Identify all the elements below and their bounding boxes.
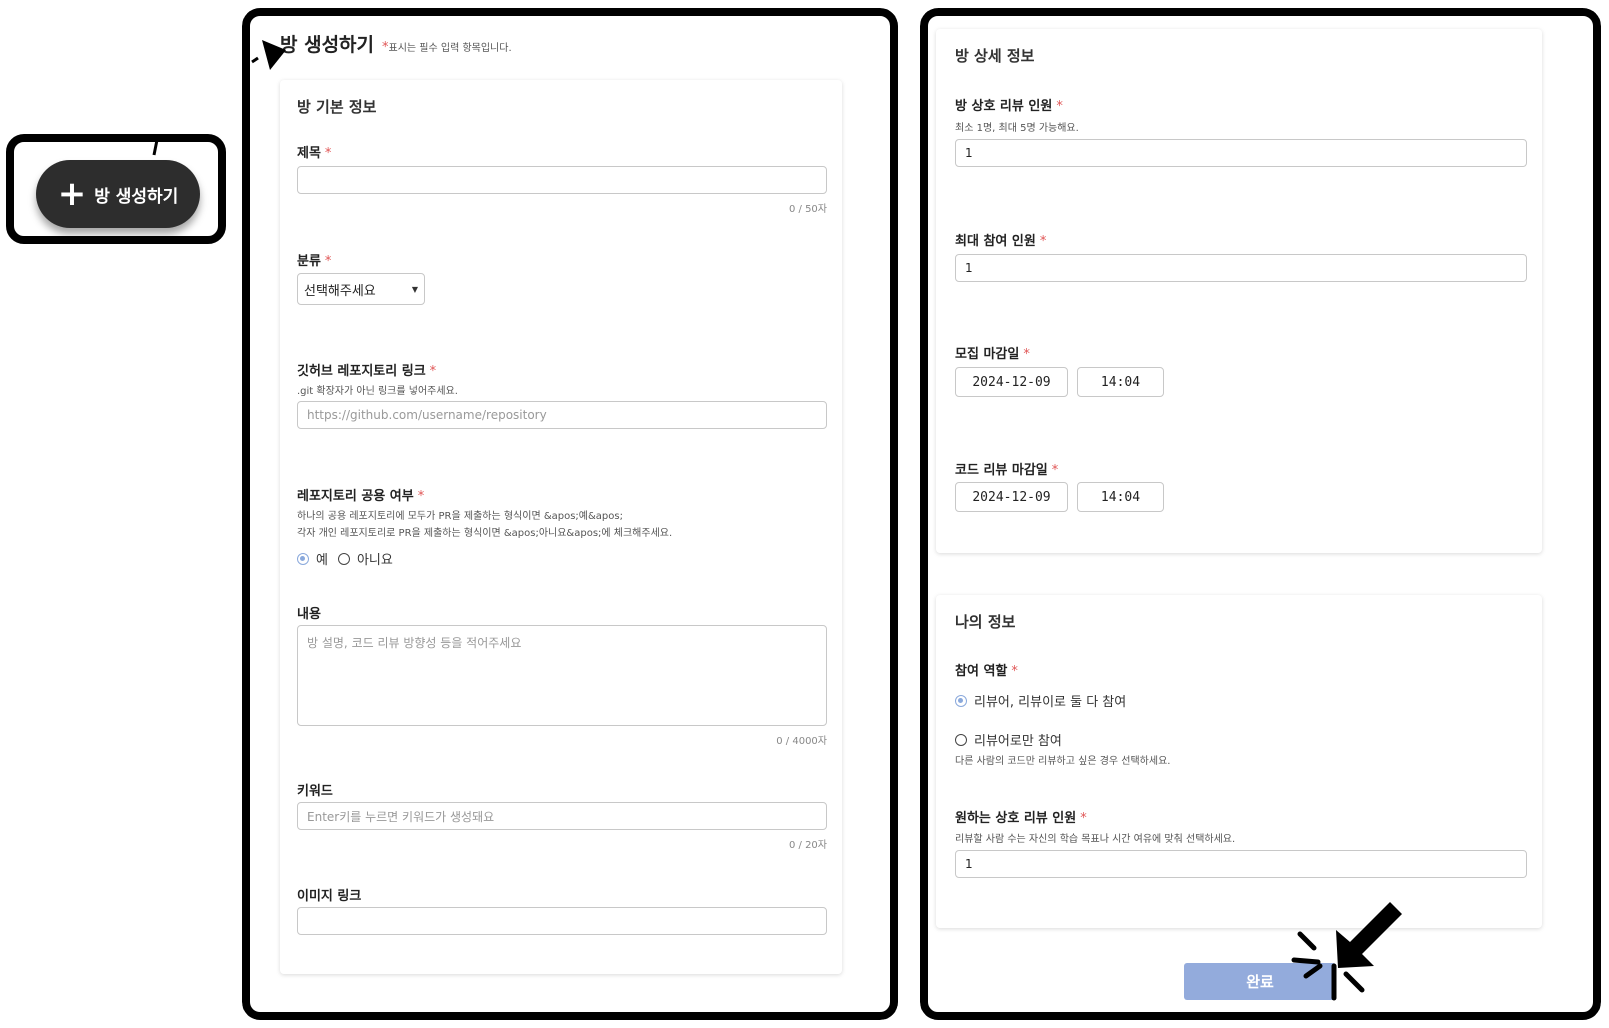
connector-line — [152, 139, 159, 156]
annotation-overlay — [152, 40, 1402, 1001]
pointer-arrow-icon — [1336, 902, 1402, 968]
arrow-cursor-icon — [251, 40, 286, 70]
